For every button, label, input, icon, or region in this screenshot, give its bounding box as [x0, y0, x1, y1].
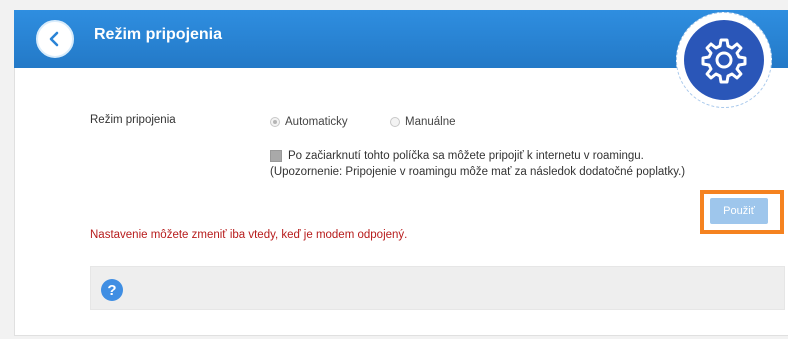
- radio-manual[interactable]: Manuálne: [390, 116, 456, 128]
- radio-automatic-label: Automaticky: [285, 116, 348, 128]
- help-bar: ?: [90, 266, 785, 310]
- page-title: Režim pripojenia: [94, 26, 223, 43]
- radio-automatic-button[interactable]: [270, 117, 280, 127]
- help-icon[interactable]: ?: [101, 279, 123, 301]
- radio-automatic[interactable]: Automaticky: [270, 116, 348, 128]
- chevron-left-icon: [49, 31, 59, 47]
- roaming-checkbox-label: Po začiarknutí tohto políčka sa môžete p…: [288, 150, 644, 162]
- connection-mode-label: Režim pripojenia: [90, 114, 176, 126]
- roaming-note: (Upozornenie: Pripojenie v roamingu môže…: [270, 166, 686, 178]
- radio-manual-label: Manuálne: [405, 116, 456, 128]
- radio-manual-button[interactable]: [390, 117, 400, 127]
- roaming-option[interactable]: Po začiarknutí tohto políčka sa môžete p…: [270, 148, 644, 164]
- page-header: Režim pripojenia: [14, 10, 788, 68]
- apply-button[interactable]: Použiť: [710, 198, 768, 224]
- warning-text: Nastavenie môžete zmeniť iba vtedy, keď …: [90, 229, 408, 241]
- roaming-checkbox[interactable]: [270, 150, 282, 162]
- gear-icon: [701, 38, 747, 84]
- settings-emblem: [676, 12, 772, 108]
- back-button[interactable]: [36, 20, 74, 58]
